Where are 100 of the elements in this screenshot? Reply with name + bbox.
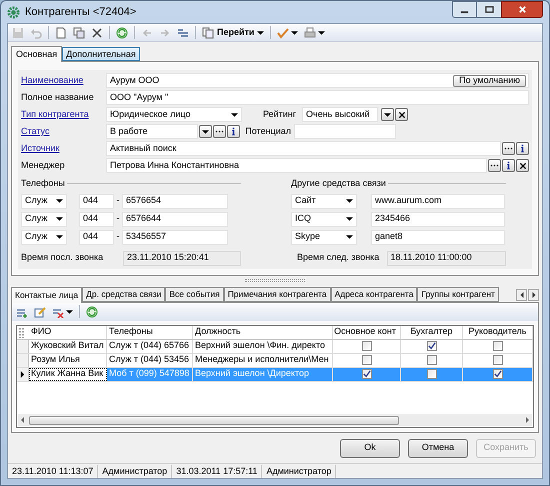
tab[interactable]: Др. средства связи xyxy=(82,286,166,302)
text-field[interactable]: 044 xyxy=(79,212,114,226)
dropdown-field[interactable]: Служ xyxy=(21,194,67,208)
maximize-button[interactable] xyxy=(477,1,501,18)
column-header[interactable]: Бухгалтер xyxy=(401,326,463,338)
field-label: Потенциал xyxy=(244,124,292,138)
info-icon xyxy=(518,144,527,153)
table-row[interactable]: Кулик Жанна Вик Моб т (099) 547898 Верхний эшелон \Директор xyxy=(17,368,533,382)
tab[interactable]: Примечания контрагента xyxy=(224,286,331,302)
checkmark-icon xyxy=(428,342,436,350)
checkbox[interactable] xyxy=(362,341,372,351)
browse-button[interactable] xyxy=(213,125,226,138)
dropdown-value: Skype xyxy=(295,230,320,244)
tab[interactable]: Группы контрагент xyxy=(417,286,499,302)
scroll-right-button[interactable] xyxy=(528,288,539,300)
info-button[interactable] xyxy=(227,125,240,138)
text-field[interactable]: www.aurum.com xyxy=(371,194,505,208)
readonly-field: 23.11.2010 15:20:41 xyxy=(123,250,241,266)
field-value: Аурум ООО xyxy=(110,74,160,87)
dropdown-field[interactable]: Служ xyxy=(21,230,67,244)
text-field[interactable]: Очень высокий xyxy=(302,107,378,122)
caret-icon xyxy=(346,217,353,221)
potential-field[interactable] xyxy=(294,124,396,139)
text-field[interactable]: 044 xyxy=(79,194,114,208)
caret-icon xyxy=(56,199,63,203)
text-field[interactable]: В работе xyxy=(106,124,198,139)
info-button[interactable] xyxy=(502,159,515,172)
browse-button[interactable] xyxy=(502,142,515,155)
column-header[interactable]: Должность xyxy=(193,326,333,338)
text-field[interactable]: Аурум ООО По умолчанию xyxy=(106,73,529,88)
column-header[interactable]: Телефоны xyxy=(107,326,193,338)
field-link[interactable]: Тип контрагента xyxy=(21,108,106,122)
dropdown-field[interactable]: Сайт xyxy=(291,194,357,208)
scroll-left-button[interactable] xyxy=(516,288,527,300)
checkbox[interactable] xyxy=(492,341,502,351)
text-field[interactable]: 53456557 xyxy=(122,230,228,244)
text-field[interactable]: 044 xyxy=(79,230,114,244)
scrollbar-thumb[interactable] xyxy=(29,416,399,424)
field-link[interactable]: Наименование xyxy=(21,74,106,88)
close-icon xyxy=(518,5,526,14)
caret-icon xyxy=(66,310,73,314)
text-field[interactable]: 6576654 xyxy=(122,194,228,208)
table-cell: Верхний эшелон \Директор xyxy=(193,368,333,380)
dropdown-field[interactable]: Skype xyxy=(291,230,357,244)
field-label: Рейтинг xyxy=(262,108,297,121)
table-cell: Менеджеры и исполнители\Мен xyxy=(193,354,333,366)
table-cell: Служ т (044) 65766 xyxy=(107,340,193,352)
clear-button[interactable] xyxy=(516,159,529,172)
column-header[interactable]: ФИО xyxy=(29,326,107,338)
dialog-button[interactable]: Отмена xyxy=(408,438,468,458)
text-field[interactable]: Активный поиск xyxy=(106,141,501,156)
close-button[interactable] xyxy=(501,1,543,18)
text-field[interactable]: ООО "Аурум " xyxy=(106,90,529,105)
checkbox[interactable] xyxy=(426,341,436,351)
dropdown-field[interactable]: Служ xyxy=(21,212,67,226)
column-header[interactable]: Основное конт xyxy=(333,326,401,338)
checkbox[interactable] xyxy=(426,355,436,365)
dialog-button[interactable]: Ok xyxy=(340,438,400,458)
browse-button[interactable] xyxy=(488,159,501,172)
text-field[interactable]: 2345466 xyxy=(371,212,505,226)
checkbox[interactable] xyxy=(492,369,502,379)
clear-button[interactable] xyxy=(395,108,408,121)
text-field[interactable]: Петрова Инна Константиновна xyxy=(106,158,487,173)
text-field[interactable]: 6576644 xyxy=(122,212,228,226)
default-button[interactable]: По умолчанию xyxy=(453,74,526,86)
tab[interactable]: Основная xyxy=(11,46,62,62)
table-row[interactable]: Жуковский Витал Служ т (044) 65766 Верхний эшелон \Фин. директо xyxy=(17,340,533,354)
goto-button[interactable]: Перейти xyxy=(202,26,264,40)
field-label: Время след. звонка xyxy=(297,251,380,264)
dropdown-button[interactable] xyxy=(381,108,394,121)
checkbox[interactable] xyxy=(362,355,372,365)
minimize-button[interactable] xyxy=(452,1,477,18)
tab[interactable]: Адреса контрагента xyxy=(330,286,418,302)
splitter-handle[interactable] xyxy=(245,279,305,282)
info-button[interactable] xyxy=(516,142,529,155)
dropdown-field[interactable]: Юридическое лицо xyxy=(106,107,242,122)
caret-icon xyxy=(257,30,264,34)
horizontal-scrollbar[interactable] xyxy=(18,414,532,426)
field-link[interactable]: Источник xyxy=(21,142,106,156)
tab[interactable]: Все события xyxy=(165,286,224,302)
tab[interactable]: Контактые лица xyxy=(11,286,82,302)
column-header[interactable]: Руководитель xyxy=(463,326,533,338)
text-field[interactable]: ganet8 xyxy=(371,230,505,244)
field-link[interactable]: Статус xyxy=(21,124,106,138)
dropdown-value: Сайт xyxy=(295,194,316,208)
check-menu-button[interactable] xyxy=(277,26,298,38)
refresh-icon xyxy=(116,26,128,38)
close-icon xyxy=(518,162,526,170)
new-document-icon xyxy=(55,26,67,38)
gear-icon xyxy=(7,6,20,18)
table-cell: Розум Илья xyxy=(29,354,107,366)
dropdown-button[interactable] xyxy=(199,125,212,138)
dropdown-field[interactable]: ICQ xyxy=(291,212,357,226)
tab[interactable]: Дополнительная xyxy=(62,47,140,61)
checkbox[interactable] xyxy=(362,369,372,379)
close-icon xyxy=(398,110,406,118)
checkbox[interactable] xyxy=(426,369,436,379)
checkbox[interactable] xyxy=(492,355,502,365)
window-title: Контрагенты <72404> xyxy=(25,4,138,20)
print-button[interactable] xyxy=(304,26,326,38)
